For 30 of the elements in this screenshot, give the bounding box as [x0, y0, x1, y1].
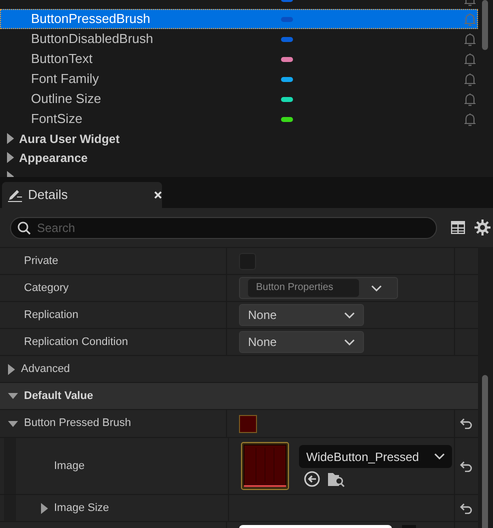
property-label: Category — [24, 280, 69, 296]
variable-row[interactable]: Font Family — [0, 69, 478, 89]
variable-name: ButtonDisabledBrush — [30, 30, 154, 48]
property-label: Advanced — [21, 362, 70, 377]
property-label: Button Pressed Brush — [24, 416, 132, 432]
property-label: Private — [24, 254, 58, 269]
variable-name: Font Family — [30, 70, 100, 88]
variable-name: FontSize — [30, 110, 84, 128]
category-label[interactable]: Aura User Widget — [19, 130, 120, 148]
dropdown[interactable]: None — [239, 304, 364, 326]
variable-row[interactable]: Outline Size — [0, 89, 478, 109]
property-label: Replication Condition — [24, 334, 128, 350]
variable-row[interactable]: ButtonPressedBrush — [0, 9, 478, 29]
property-label: Image — [54, 458, 85, 474]
property-label: Image Size — [54, 500, 110, 516]
variable-name: ButtonPressedBrush — [30, 10, 152, 28]
details-tab[interactable]: Details — [2, 182, 162, 208]
tab-title: Details — [28, 186, 68, 204]
category-label[interactable]: Appearance — [19, 148, 88, 166]
variable-row[interactable]: ButtonDisabledBrush — [0, 29, 478, 49]
variable-name: ButtonText — [30, 50, 94, 68]
variable-name: Outline Size — [30, 90, 102, 108]
variable-row[interactable]: FontSize — [0, 109, 478, 129]
property-label: Replication — [24, 308, 78, 323]
section-title: Default Value — [24, 388, 94, 404]
search-bar[interactable]: Search — [10, 216, 437, 238]
asset-picker[interactable]: WideButton_Pressed — [299, 445, 452, 468]
search-input[interactable]: Search — [37, 218, 430, 236]
dropdown[interactable]: None — [239, 331, 364, 353]
variable-row[interactable]: ButtonText — [0, 49, 478, 69]
